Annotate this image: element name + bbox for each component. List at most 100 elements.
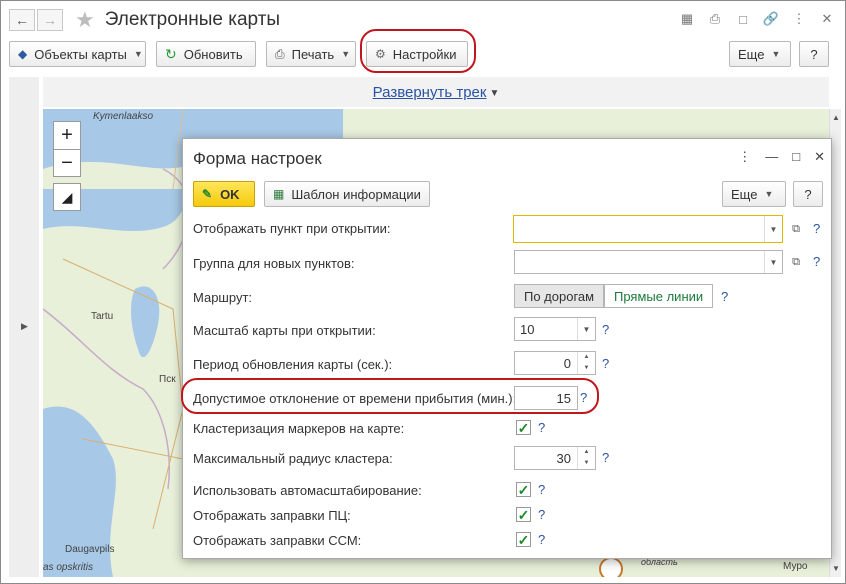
dialog-help-button[interactable]: ? [793, 181, 823, 207]
scroll-up-icon[interactable]: ▲ [832, 113, 840, 122]
zoom-in-button[interactable]: + [53, 121, 81, 149]
scroll-down-icon[interactable]: ▼ [832, 564, 840, 573]
ok-button[interactable]: ✎ OK [193, 181, 255, 207]
forward-button[interactable]: → [37, 9, 63, 31]
autoscale-checkbox[interactable]: ✓ [516, 482, 531, 497]
menu-dots-icon[interactable]: ⋮ [738, 149, 751, 165]
map-label: Kymenlaakso [93, 111, 154, 122]
info-template-button[interactable]: ▦ Шаблон информации [264, 181, 430, 207]
menu-dots-icon[interactable]: ⋮ [789, 9, 809, 29]
group-label: Группа для новых пунктов: [193, 256, 355, 271]
refresh-button[interactable]: ↻ Обновить [156, 41, 256, 67]
help-icon[interactable]: ? [602, 450, 609, 465]
expand-track-link[interactable]: Развернуть трек [373, 84, 487, 101]
map-label: Муро [783, 561, 808, 572]
radius-label: Максимальный радиус кластера: [193, 451, 393, 466]
title-icons: ▦ ⎙ □ 🔗 ⋮ ✕ [677, 9, 837, 29]
dialog-window-controls: ⋮ — □ ✕ [738, 149, 825, 165]
fuel-ssm-checkbox[interactable]: ✓ [516, 532, 531, 547]
dialog-help-label: ? [804, 186, 812, 202]
map-marker-icon[interactable] [599, 557, 623, 577]
ruler-button[interactable]: ◢ [53, 183, 81, 211]
ruler-icon: ◢ [61, 188, 73, 205]
spin-up-icon[interactable]: ▲ [578, 352, 595, 363]
refresh-label: Обновить [183, 46, 243, 62]
close-icon[interactable]: ✕ [814, 149, 825, 165]
maximize-icon[interactable]: □ [792, 149, 800, 165]
expand-arrow-icon: ▶ [21, 321, 28, 331]
back-button[interactable]: ← [9, 9, 35, 31]
template-icon: ▦ [273, 187, 285, 201]
fuel-pc-checkbox[interactable]: ✓ [516, 507, 531, 522]
cluster-checkbox[interactable]: ✓ [516, 420, 531, 435]
chevron-down-icon[interactable]: ▼ [489, 88, 499, 99]
map-label: as opskritis [43, 562, 94, 573]
ok-icon: ✎ [202, 187, 213, 201]
help-icon[interactable]: ? [538, 420, 545, 435]
dialog-more-label: Еще [731, 186, 758, 202]
help-icon[interactable]: ? [813, 254, 820, 269]
route-label: Маршрут: [193, 290, 253, 305]
help-icon[interactable]: ? [538, 507, 545, 522]
radius-value: 30 [556, 451, 571, 466]
map-label: Пск [159, 374, 176, 385]
refresh-icon: ↻ [165, 45, 177, 62]
dialog-title: Форма настроек [193, 149, 322, 168]
arrow-left-icon: ← [15, 12, 29, 28]
period-value: 0 [563, 356, 571, 371]
settings-highlight [360, 29, 476, 73]
help-icon[interactable]: ? [538, 482, 545, 497]
chevron-down-icon: ▼ [764, 189, 774, 199]
help-icon[interactable]: ? [721, 289, 728, 304]
chevron-down-icon[interactable]: ▼ [764, 251, 782, 273]
info-template-label: Шаблон информации [291, 186, 421, 202]
arrow-right-icon: → [43, 12, 57, 28]
group-input[interactable]: ▼ [514, 250, 783, 274]
app-window: ← → ★ Электронные карты ▦ ⎙ □ 🔗 ⋮ ✕ ◆ Об… [0, 0, 846, 584]
preview-icon[interactable]: □ [733, 9, 753, 29]
map-objects-button[interactable]: ◆ Объекты карты ▼ [9, 41, 146, 67]
help-icon[interactable]: ? [813, 221, 820, 236]
print-icon[interactable]: ⎙ [705, 9, 725, 29]
help-button[interactable]: ? [799, 41, 829, 67]
dialog-more-button[interactable]: Еще ▼ [722, 181, 786, 207]
open-icon[interactable]: ⧉ [786, 250, 806, 274]
help-icon[interactable]: ? [538, 532, 545, 547]
more-label: Еще [738, 46, 765, 62]
spin-down-icon[interactable]: ▼ [578, 458, 595, 469]
print-button[interactable]: ⎙ Печать ▼ [266, 41, 356, 67]
scale-select[interactable]: 10 ▼ [514, 317, 596, 341]
track-bar: Развернуть трек ▼ [43, 77, 829, 107]
favorite-star-icon[interactable]: ★ [75, 9, 95, 31]
period-input[interactable]: 0 ▲ ▼ [514, 351, 596, 375]
route-straight-option[interactable]: Прямые линии [604, 284, 714, 308]
window-title: Электронные карты [104, 9, 281, 30]
radius-input[interactable]: 30 ▲ ▼ [514, 446, 596, 470]
collapse-panel[interactable]: ▶ [9, 77, 39, 577]
chevron-down-icon[interactable]: ▼ [577, 318, 595, 340]
chevron-down-icon: ▼ [341, 49, 351, 59]
show-point-input[interactable]: ▼ [513, 215, 783, 243]
save-icon[interactable]: ▦ [677, 9, 697, 29]
help-icon[interactable]: ? [602, 322, 609, 337]
spin-up-icon[interactable]: ▲ [578, 447, 595, 458]
open-icon[interactable]: ⧉ [786, 217, 806, 241]
radius-stepper[interactable]: ▲ ▼ [577, 447, 595, 469]
show-point-label: Отображать пункт при открытии: [193, 221, 391, 236]
link-icon[interactable]: 🔗 [761, 9, 781, 29]
chevron-down-icon[interactable]: ▼ [764, 216, 782, 242]
more-button[interactable]: Еще ▼ [729, 41, 791, 67]
close-icon[interactable]: ✕ [817, 9, 837, 29]
chevron-down-icon: ▼ [771, 49, 781, 59]
minimize-icon[interactable]: — [765, 149, 778, 165]
ok-label: OK [220, 186, 240, 202]
spin-down-icon[interactable]: ▼ [578, 363, 595, 374]
settings-dialog: Форма настроек ⋮ — □ ✕ ✎ OK ▦ Шаблон инф… [181, 138, 832, 559]
route-roads-option[interactable]: По дорогам [514, 284, 605, 308]
help-icon[interactable]: ? [602, 356, 609, 371]
cluster-label: Кластеризация маркеров на карте: [193, 421, 405, 436]
zoom-out-button[interactable]: − [53, 149, 81, 177]
period-stepper[interactable]: ▲ ▼ [577, 352, 595, 374]
fuel-pc-label: Отображать заправки ПЦ: [193, 508, 351, 523]
autoscale-label: Использовать автомасштабирование: [193, 483, 422, 498]
